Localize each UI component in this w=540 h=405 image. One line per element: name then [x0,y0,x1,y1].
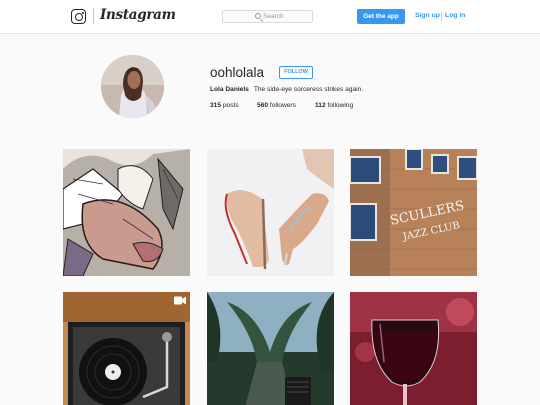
posts-stat: 315 posts [210,102,239,109]
profile-bio: Lola Daniels The side-eye sorceress strik… [210,86,363,93]
get-the-app-button[interactable]: Get the app [357,9,405,24]
instagram-wordmark[interactable]: Instagram [100,7,176,23]
post-thumbnail[interactable] [63,149,190,276]
post-thumbnail[interactable] [350,292,477,405]
followers-stat[interactable]: 560 followers [257,102,296,109]
following-stat[interactable]: 112 following [315,102,353,109]
log-in-link[interactable]: Log in [445,12,465,19]
posts-label: posts [222,102,239,109]
top-navigation-bar: Instagram Search Get the app Sign up Log… [0,0,540,34]
logo-divider [93,8,94,24]
followers-count: 560 [257,102,269,109]
post-thumbnail[interactable] [207,149,334,276]
post-thumbnail[interactable] [207,292,334,405]
post-thumbnail[interactable]: SCULLERS JAZZ CLUB [350,149,477,276]
search-icon [255,13,261,19]
video-icon [174,296,186,305]
profile-avatar[interactable] [101,55,164,118]
search-placeholder: Search [263,13,284,20]
profile-bio-text: The side-eye sorceress strikes again. [253,86,364,93]
following-label: following [327,102,354,109]
followers-label: followers [269,102,296,109]
post-thumbnail[interactable] [63,292,190,405]
sign-up-link[interactable]: Sign up [415,12,440,19]
profile-username: oohlolala [210,65,265,80]
posts-count: 315 [210,102,222,109]
following-count: 112 [315,102,326,109]
link-divider [441,12,442,21]
search-input[interactable]: Search [222,10,313,23]
follow-button[interactable]: FOLLOW [279,66,313,79]
profile-full-name: Lola Daniels [210,86,249,93]
instagram-camera-icon[interactable] [71,9,86,24]
